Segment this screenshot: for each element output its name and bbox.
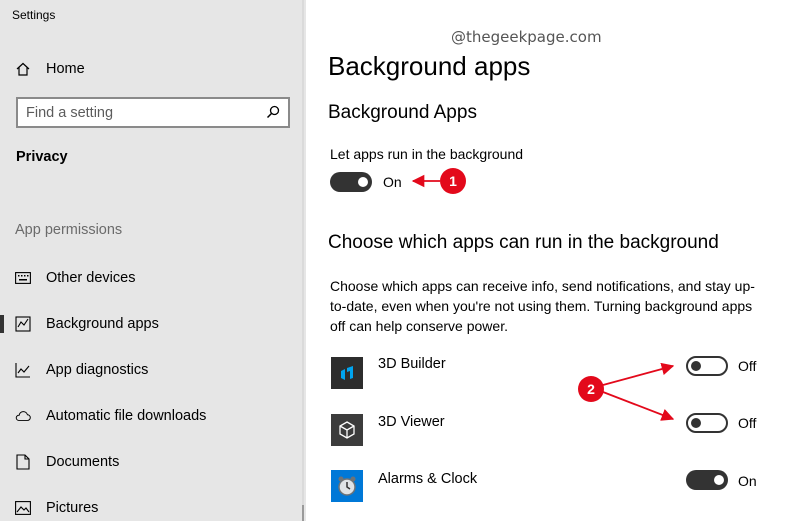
sidebar-item-automatic-file-downloads[interactable]: Automatic file downloads (0, 401, 302, 431)
section-heading: Background Apps (328, 102, 477, 123)
home-nav-item[interactable]: Home (0, 55, 302, 83)
let-apps-label: Let apps run in the background (330, 146, 524, 162)
3d-builder-icon (331, 357, 363, 389)
window-title: Settings (12, 8, 56, 22)
choose-heading: Choose which apps can run in the backgro… (328, 232, 719, 253)
sidebar-item-app-diagnostics[interactable]: App diagnostics (0, 355, 302, 385)
cloud-icon (15, 408, 31, 424)
app-name: 3D Viewer (378, 414, 445, 430)
sidebar-item-label: Other devices (46, 270, 136, 286)
background-apps-icon (15, 316, 31, 332)
toggle-state-label: Off (738, 358, 757, 374)
sidebar-item-pictures[interactable]: Pictures (0, 493, 302, 523)
choose-description: Choose which apps can receive info, send… (330, 278, 755, 334)
section-title: Privacy (16, 149, 68, 165)
app-name: 3D Builder (378, 356, 446, 372)
sidebar-item-label: Documents (46, 454, 120, 470)
sidebar-item-label: App diagnostics (46, 362, 149, 378)
main-content: @thegeekpage.com Background apps Backgro… (306, 0, 800, 521)
sidebar-item-label: Pictures (46, 500, 99, 516)
sidebar-item-label: Automatic file downloads (46, 408, 207, 424)
toggle-state-label: Off (738, 415, 757, 431)
document-icon (15, 454, 31, 470)
scrollbar-thumb[interactable] (302, 505, 304, 521)
sidebar-item-label: Background apps (46, 316, 159, 332)
toggle-knob (691, 361, 701, 371)
3d-viewer-toggle[interactable] (686, 413, 728, 433)
watermark: @thegeekpage.com (451, 28, 602, 46)
toggle-state-label: On (738, 473, 757, 489)
sidebar-scrollbar[interactable] (302, 0, 304, 521)
page-title: Background apps (328, 51, 531, 81)
toggle-state-label: On (383, 174, 402, 190)
sidebar-item-background-apps[interactable]: Background apps (0, 309, 302, 339)
search-icon[interactable] (266, 105, 280, 119)
alarms-clock-toggle[interactable] (686, 470, 728, 490)
group-label: App permissions (15, 222, 123, 238)
app-name: Alarms & Clock (378, 471, 478, 487)
3d-viewer-icon (331, 414, 363, 446)
annotation-badge-1: 1 (440, 168, 466, 194)
picture-icon (15, 500, 31, 516)
search-input[interactable] (26, 104, 256, 122)
home-label: Home (46, 61, 85, 77)
search-box[interactable] (16, 97, 290, 128)
chart-icon (15, 362, 31, 378)
toggle-knob (358, 177, 368, 187)
toggle-knob (691, 418, 701, 428)
3d-builder-toggle[interactable] (686, 356, 728, 376)
annotation-badge-2: 2 (578, 376, 604, 402)
background-apps-toggle[interactable] (330, 172, 372, 192)
keyboard-icon (15, 270, 31, 286)
sidebar: Settings Home Privacy App permissions Ot… (0, 0, 306, 521)
active-indicator (0, 315, 4, 333)
alarm-clock-icon (331, 470, 363, 502)
home-icon (15, 61, 31, 77)
toggle-knob (714, 475, 724, 485)
sidebar-item-other-devices[interactable]: Other devices (0, 263, 302, 293)
sidebar-item-documents[interactable]: Documents (0, 447, 302, 477)
